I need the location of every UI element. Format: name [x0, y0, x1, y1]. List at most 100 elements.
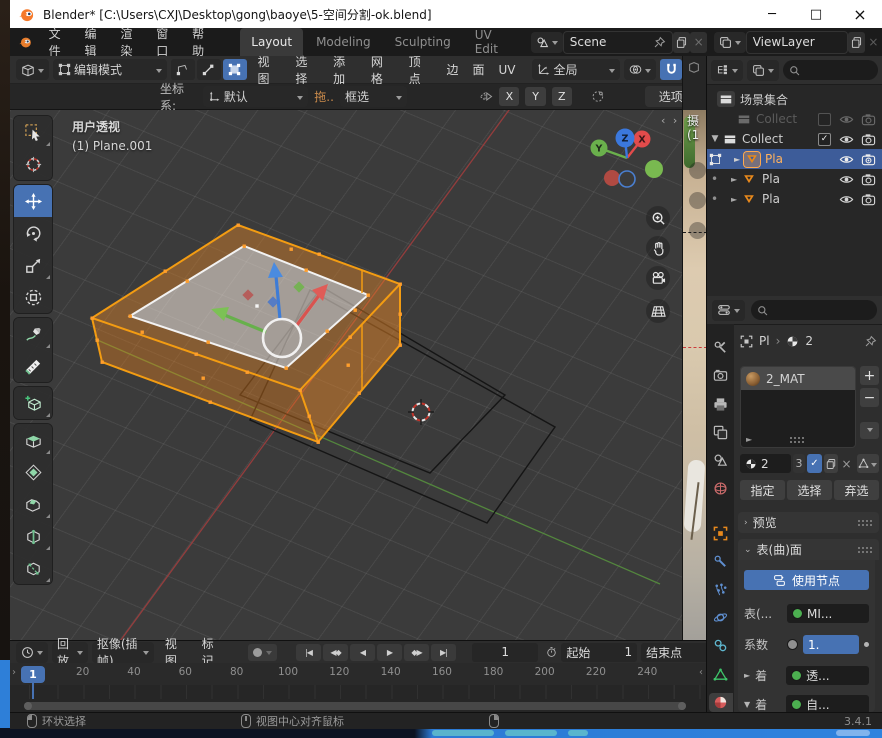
panel-drag-grip[interactable]	[857, 546, 873, 553]
zoom-button[interactable]	[646, 206, 670, 230]
scrollbar-handle[interactable]	[24, 702, 686, 710]
pan-hand-button[interactable]	[646, 236, 670, 260]
proportional-edit-icon[interactable]	[591, 89, 605, 104]
viewport-menu-item[interactable]: 网格	[364, 53, 402, 87]
strip-pan-button[interactable]	[689, 192, 706, 209]
navigation-gizmo[interactable]: Y X Z	[591, 129, 664, 188]
surface-shader-dropdown[interactable]: MI...	[787, 604, 869, 623]
outliner-row-plane[interactable]: • ► Pla	[707, 169, 882, 189]
select-mode-dropdown[interactable]: 框选	[340, 86, 407, 107]
tab-constraints[interactable]	[709, 636, 733, 655]
scene-delete-button[interactable]: ×	[690, 32, 707, 53]
scene-type-dropdown[interactable]	[531, 32, 563, 53]
transport-button[interactable]: ◀	[350, 644, 375, 661]
timeline-editor-dropdown[interactable]	[16, 642, 48, 663]
transport-button[interactable]: ▶|	[431, 644, 456, 661]
timeline-tracks[interactable]	[10, 685, 706, 699]
transport-button[interactable]: ◆▶	[404, 644, 429, 661]
cursor-tool[interactable]	[14, 148, 52, 180]
viewport-menu-item[interactable]: 边	[439, 61, 465, 78]
3d-viewport[interactable]: Y X Z 用户透视 (1) Plane.001	[10, 110, 682, 640]
deselect-button[interactable]: 弃选	[834, 480, 879, 500]
tab-view-layer[interactable]	[709, 423, 733, 442]
scale-tool[interactable]	[14, 249, 52, 281]
material-slot-row[interactable]: 2_MAT	[741, 367, 855, 390]
assign-button[interactable]: 指定	[740, 480, 785, 500]
scene-name-field[interactable]: Scene	[563, 31, 673, 54]
transform-orientation-dropdown[interactable]: 全局	[532, 59, 620, 80]
preview-panel-header[interactable]: › 预览	[738, 512, 879, 533]
loop-cut-tool[interactable]	[14, 520, 52, 552]
mirror-x-button[interactable]: X	[499, 87, 519, 106]
hide-eye-icon[interactable]	[839, 172, 854, 187]
mirror-z-button[interactable]: Z	[552, 87, 572, 106]
outliner-row-scene-collection[interactable]: 场景集合	[707, 89, 882, 109]
annotate-tool[interactable]	[14, 318, 52, 350]
shader2-dropdown[interactable]: 自...	[786, 695, 869, 712]
tab-object[interactable]	[709, 523, 733, 542]
unlink-material-button[interactable]: ×	[840, 454, 853, 473]
tab-material[interactable]	[709, 693, 733, 712]
hide-eye-icon[interactable]	[839, 112, 854, 127]
nav-ball-neg-z[interactable]	[619, 171, 635, 187]
breadcrumb-object[interactable]: Pl	[759, 334, 770, 348]
timeline-ruler[interactable]: 20406080100120140160180200220240	[10, 663, 706, 685]
tab-modifiers[interactable]	[709, 552, 733, 571]
tab-output[interactable]	[709, 394, 733, 413]
viewport-menu-item[interactable]: 顶点	[402, 53, 440, 87]
frame-start-field[interactable]: 起始 1	[561, 643, 637, 662]
factor-value-field[interactable]: 1.	[803, 635, 859, 654]
region-corner-arrows[interactable]: ‹ ›	[661, 114, 679, 127]
exclude-checkbox[interactable]	[818, 113, 831, 126]
3d-cursor[interactable]	[408, 399, 434, 425]
tab-particles[interactable]	[709, 580, 733, 599]
close-button[interactable]: ×	[838, 0, 882, 28]
users-count-badge[interactable]: 3	[793, 454, 805, 473]
panel-drag-grip[interactable]	[857, 519, 873, 526]
transform-tool[interactable]	[14, 281, 52, 313]
snap-toggle-button[interactable]	[660, 59, 682, 80]
disable-render-camera-icon[interactable]	[861, 192, 876, 207]
pivot-point-dropdown[interactable]	[624, 59, 656, 80]
select-button[interactable]: 选择	[787, 480, 832, 500]
viewport-menu-item[interactable]: UV	[491, 63, 522, 77]
viewlayer-type-dropdown[interactable]	[714, 32, 746, 53]
region-toggle-arrow[interactable]: ›	[12, 667, 16, 678]
mirror-icon[interactable]	[479, 89, 493, 104]
region-toggle-arrow[interactable]: ‹	[699, 667, 703, 678]
tab-tool[interactable]	[709, 338, 733, 357]
extrude-region-tool[interactable]	[14, 424, 52, 456]
list-resize-grip[interactable]	[789, 436, 805, 443]
fake-user-shield-button[interactable]: ✓	[807, 454, 822, 473]
expand-arrow[interactable]: ►	[744, 671, 750, 680]
strip-zoom-button[interactable]	[689, 162, 706, 179]
viewport-menu-item[interactable]: 选择	[288, 53, 326, 87]
minimize-button[interactable]: ─	[750, 0, 794, 28]
tweak-select-tool[interactable]	[14, 116, 52, 148]
material-slot-list[interactable]: 2_MAT ►	[740, 366, 856, 448]
menu-item[interactable]: 文件	[39, 28, 75, 56]
breadcrumb-material[interactable]: 2	[805, 334, 813, 348]
pin-icon[interactable]	[653, 36, 666, 49]
hide-eye-icon[interactable]	[839, 152, 854, 167]
disable-render-camera-icon[interactable]	[861, 112, 876, 127]
viewlayer-delete-button[interactable]: ×	[865, 32, 882, 53]
timeline-scrollbar[interactable]	[10, 699, 706, 713]
chevron-down-icon[interactable]	[266, 651, 272, 658]
viewlayer-name-field[interactable]: ViewLayer	[746, 31, 848, 54]
mirror-y-button[interactable]: Y	[525, 87, 545, 106]
record-icon[interactable]	[253, 648, 262, 657]
collapse-arrow[interactable]: ▼	[744, 700, 750, 709]
measure-tool[interactable]	[14, 350, 52, 382]
hide-eye-icon[interactable]	[839, 132, 854, 147]
keying-menu[interactable]: 抠像(插帧)	[92, 642, 154, 663]
transport-button[interactable]: ▶	[377, 644, 402, 661]
scene-new-copy-button[interactable]	[673, 32, 690, 53]
rotate-tool[interactable]	[14, 217, 52, 249]
outliner-display-dropdown[interactable]	[711, 60, 743, 81]
blender-menu-icon[interactable]	[18, 33, 33, 51]
outliner-search-input[interactable]	[783, 60, 878, 80]
properties-type-dropdown[interactable]	[712, 300, 745, 321]
slot-specials-button[interactable]	[860, 422, 879, 439]
outliner-row-collection-excluded[interactable]: Collect	[707, 109, 882, 129]
